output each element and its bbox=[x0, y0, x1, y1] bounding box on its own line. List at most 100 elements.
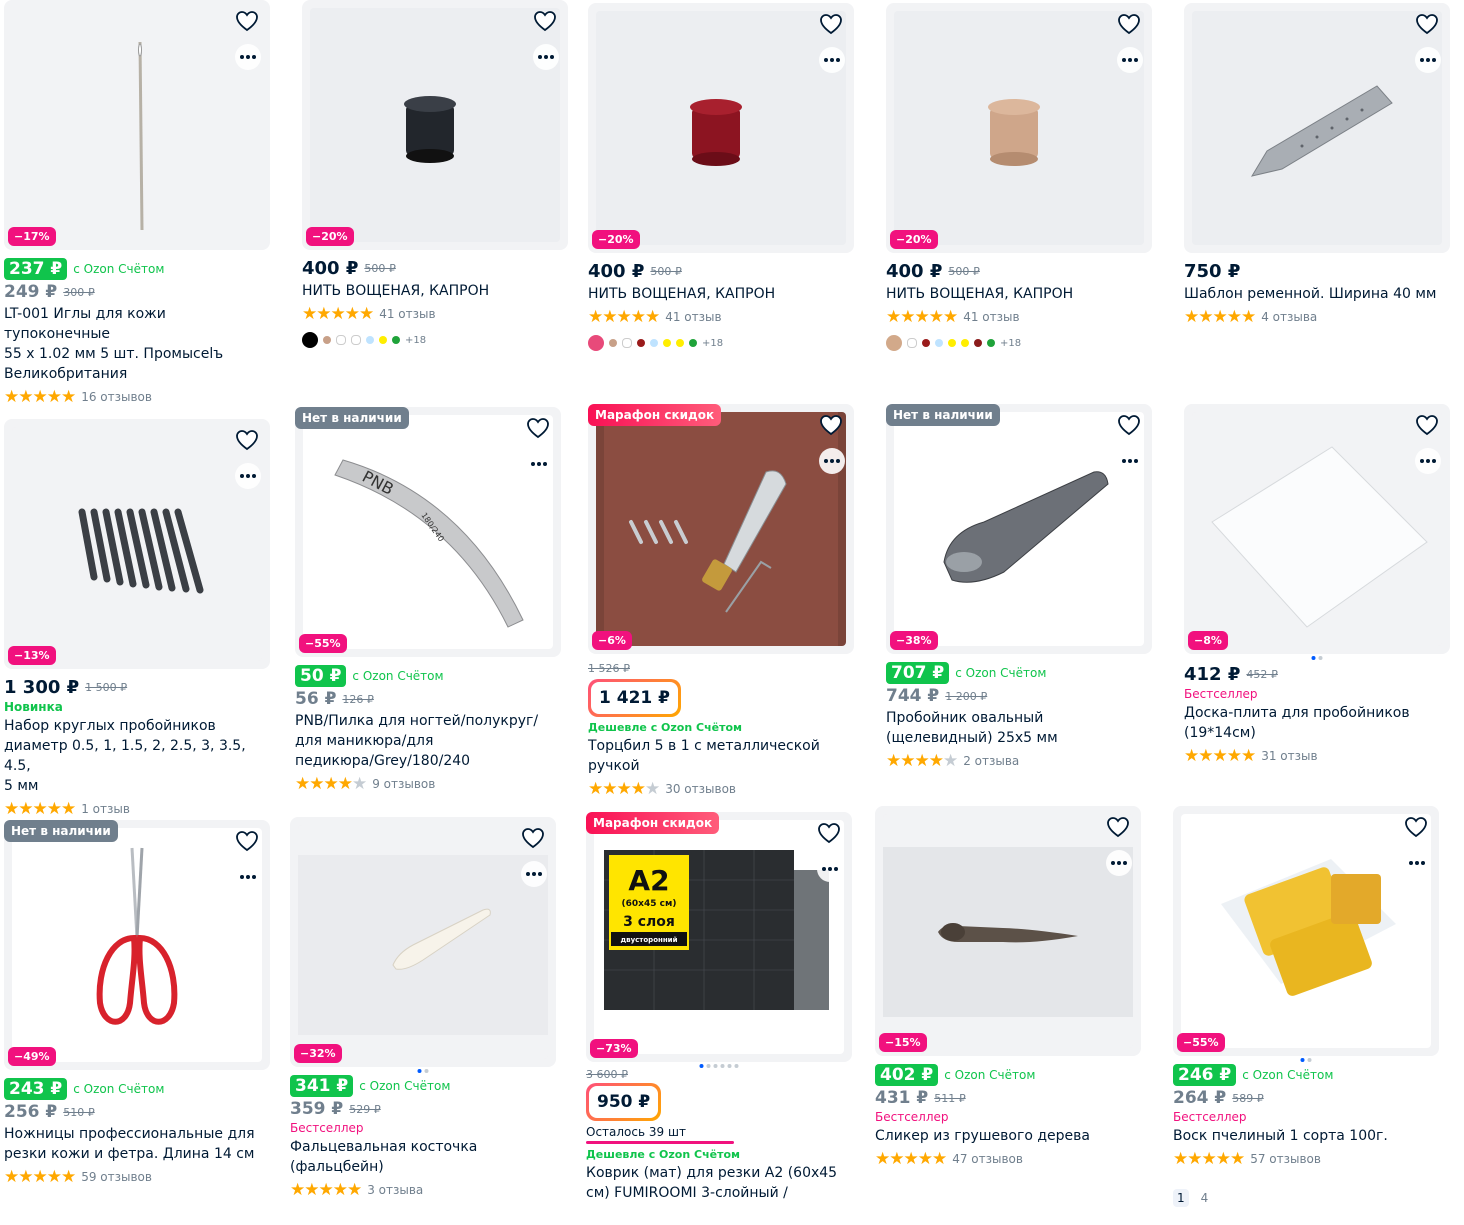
product-card[interactable]: Нет в наличии −49% 243 ₽ с Ozon Счётом 25… bbox=[4, 820, 270, 1187]
product-image[interactable] bbox=[1184, 3, 1450, 253]
favorite-heart-icon[interactable] bbox=[518, 823, 548, 853]
product-title[interactable]: Коврик (мат) для резки А2 (60x45 см) FUMI… bbox=[586, 1163, 852, 1203]
product-title[interactable]: Ножницы профессиональные для резки кожи и… bbox=[4, 1124, 270, 1164]
more-options-icon[interactable] bbox=[1117, 47, 1143, 73]
product-card[interactable]: −15% 402 ₽ с Ozon Счётом 431 ₽ 511 ₽ Бестс… bbox=[875, 806, 1141, 1169]
stars-icon: ★★★★★ bbox=[4, 1167, 76, 1187]
image-carousel-dots[interactable] bbox=[290, 1067, 556, 1073]
product-card[interactable]: −20% 400 ₽ 500 ₽ НИТЬ ВОЩЕНАЯ, КАПРОН ★★★… bbox=[886, 3, 1152, 351]
product-title[interactable]: НИТЬ ВОЩЕНАЯ, КАПРОН bbox=[886, 284, 1152, 304]
favorite-heart-icon[interactable] bbox=[814, 818, 844, 848]
favorite-heart-icon[interactable] bbox=[232, 425, 262, 455]
old-price: 510 ₽ bbox=[63, 1105, 95, 1119]
product-card[interactable]: −32% 341 ₽ с Ozon Счётом 359 ₽ 529 ₽ Бестс… bbox=[290, 817, 556, 1200]
favorite-heart-icon[interactable] bbox=[816, 410, 846, 440]
product-image[interactable]: −20% bbox=[886, 3, 1152, 253]
product-card[interactable]: 750 ₽ Шаблон ременной. Ширина 40 мм ★★★★… bbox=[1184, 3, 1450, 327]
rating: ★★★★★ 9 отзывов bbox=[295, 774, 561, 794]
product-card[interactable]: Марафон скидок −6% 1 526 ₽ 1 421 ₽ Дешев… bbox=[588, 404, 854, 799]
reviews-count: 16 отзывов bbox=[81, 390, 152, 404]
favorite-heart-icon[interactable] bbox=[523, 413, 553, 443]
more-options-icon[interactable] bbox=[526, 451, 552, 477]
product-title[interactable]: Пробойник овальный (щелевидный) 25x5 мм bbox=[886, 708, 1152, 748]
product-image[interactable]: −49% bbox=[4, 820, 270, 1070]
product-image[interactable]: −20% bbox=[302, 0, 568, 250]
product-title[interactable]: Сликер из грушевого дерева bbox=[875, 1126, 1141, 1146]
more-options-icon[interactable] bbox=[533, 44, 559, 70]
product-image[interactable]: PNB 180/240 −55% bbox=[295, 407, 561, 657]
more-options-icon[interactable] bbox=[1404, 850, 1430, 876]
favorite-heart-icon[interactable] bbox=[530, 6, 560, 36]
page-4[interactable]: 4 bbox=[1197, 1189, 1213, 1207]
pagination[interactable]: 1 4 bbox=[1173, 1189, 1212, 1207]
reviews-count: 30 отзывов bbox=[665, 782, 736, 796]
bestseller-tag: Бестселлер bbox=[1173, 1110, 1247, 1124]
product-image[interactable]: −55% bbox=[1173, 806, 1439, 1056]
ozon-card-label: с Ozon Счётом bbox=[73, 1082, 165, 1096]
product-title[interactable]: Набор круглых пробойников диаметр 0.5, 1,… bbox=[4, 716, 270, 796]
swatch bbox=[922, 339, 930, 347]
product-card[interactable]: −13% 1 300 ₽ 1 500 ₽ Новинка Набор круглы… bbox=[4, 419, 270, 819]
favorite-heart-icon[interactable] bbox=[1114, 410, 1144, 440]
product-title[interactable]: Воск пчелиный 1 сорта 100г. bbox=[1173, 1126, 1439, 1146]
product-image[interactable]: −15% bbox=[875, 806, 1141, 1056]
rating: ★★★★★ 30 отзывов bbox=[588, 779, 854, 799]
more-options-icon[interactable] bbox=[235, 463, 261, 489]
stars-icon: ★★★★★ bbox=[4, 387, 76, 407]
favorite-heart-icon[interactable] bbox=[1412, 410, 1442, 440]
product-image[interactable]: А2 (60x45 см) 3 слоя двусторонний −73% bbox=[586, 812, 852, 1062]
more-options-icon[interactable] bbox=[819, 47, 845, 73]
product-title[interactable]: Фальцевальная косточка (фальцбейн) bbox=[290, 1137, 556, 1177]
product-image[interactable]: −20% bbox=[588, 3, 854, 253]
product-card[interactable]: Нет в наличии PNB 180/240 −55% 50 ₽ с Ozo… bbox=[295, 407, 561, 794]
image-carousel-dots[interactable] bbox=[586, 1062, 852, 1068]
product-card[interactable]: Нет в наличии −38% 707 ₽ с Ozon Счётом 74… bbox=[886, 404, 1152, 771]
product-image[interactable]: −6% bbox=[588, 404, 854, 654]
product-title[interactable]: LT-001 Иглы для кожи тупоконечные 55 x 1.… bbox=[4, 304, 270, 384]
color-swatches[interactable]: +18 bbox=[302, 332, 568, 348]
more-options-icon[interactable] bbox=[1106, 850, 1132, 876]
favorite-heart-icon[interactable] bbox=[232, 826, 262, 856]
product-card[interactable]: −17% 237 ₽ с Ozon Счётом 249 ₽ 300 ₽ LT-00… bbox=[4, 0, 270, 407]
product-image[interactable]: −38% bbox=[886, 404, 1152, 654]
more-options-icon[interactable] bbox=[819, 448, 845, 474]
product-title[interactable]: Шаблон ременной. Ширина 40 мм bbox=[1184, 284, 1450, 304]
product-card[interactable]: −8% 412 ₽ 452 ₽ Бестселлер Доска-плита дл… bbox=[1184, 404, 1450, 766]
product-card[interactable]: −20% 400 ₽ 500 ₽ НИТЬ ВОЩЕНАЯ, КАПРОН ★★★… bbox=[302, 0, 568, 348]
page-1[interactable]: 1 bbox=[1173, 1189, 1189, 1207]
product-image[interactable]: −32% bbox=[290, 817, 556, 1067]
product-title[interactable]: PNB/Пилка для ногтей/полукруг/для маникю… bbox=[295, 711, 561, 771]
product-card[interactable]: −55% 246 ₽ с Ozon Счётом 264 ₽ 589 ₽ Бестс… bbox=[1173, 806, 1439, 1169]
favorite-heart-icon[interactable] bbox=[1103, 812, 1133, 842]
more-options-icon[interactable] bbox=[521, 861, 547, 887]
image-carousel-dots[interactable] bbox=[1184, 654, 1450, 660]
product-image[interactable]: −17% bbox=[4, 0, 270, 250]
product-title[interactable]: НИТЬ ВОЩЕНАЯ, КАПРОН bbox=[302, 281, 568, 301]
more-options-icon[interactable] bbox=[235, 44, 261, 70]
product-card[interactable]: −20% 400 ₽ 500 ₽ НИТЬ ВОЩЕНАЯ, КАПРОН ★★★… bbox=[588, 3, 854, 351]
more-options-icon[interactable] bbox=[1117, 448, 1143, 474]
product-image[interactable]: −13% bbox=[4, 419, 270, 669]
more-options-icon[interactable] bbox=[235, 864, 261, 890]
favorite-heart-icon[interactable] bbox=[1401, 812, 1431, 842]
product-card[interactable]: Марафон скидок А2 (60x45 см) 3 слоя двус… bbox=[586, 812, 852, 1203]
color-swatches[interactable]: +18 bbox=[886, 335, 1152, 351]
color-swatches[interactable]: +18 bbox=[588, 335, 854, 351]
product-title[interactable]: Торцбил 5 в 1 с металлической ручкой bbox=[588, 736, 854, 776]
more-options-icon[interactable] bbox=[1415, 47, 1441, 73]
reviews-count: 4 отзыва bbox=[1261, 310, 1318, 324]
favorite-heart-icon[interactable] bbox=[1412, 9, 1442, 39]
product-image[interactable]: −8% bbox=[1184, 404, 1450, 654]
more-options-icon[interactable] bbox=[817, 856, 843, 882]
discount-badge: −20% bbox=[306, 227, 354, 246]
favorite-heart-icon[interactable] bbox=[232, 6, 262, 36]
favorite-heart-icon[interactable] bbox=[1114, 9, 1144, 39]
image-carousel-dots[interactable] bbox=[1173, 1056, 1439, 1062]
product-title[interactable]: НИТЬ ВОЩЕНАЯ, КАПРОН bbox=[588, 284, 854, 304]
reviews-count: 57 отзывов bbox=[1250, 1152, 1321, 1166]
more-options-icon[interactable] bbox=[1415, 448, 1441, 474]
product-title[interactable]: Доска-плита для пробойников (19*14см) bbox=[1184, 703, 1450, 743]
favorite-heart-icon[interactable] bbox=[816, 9, 846, 39]
old-price: 1 526 ₽ bbox=[588, 662, 630, 675]
discount-badge: −32% bbox=[294, 1044, 342, 1063]
